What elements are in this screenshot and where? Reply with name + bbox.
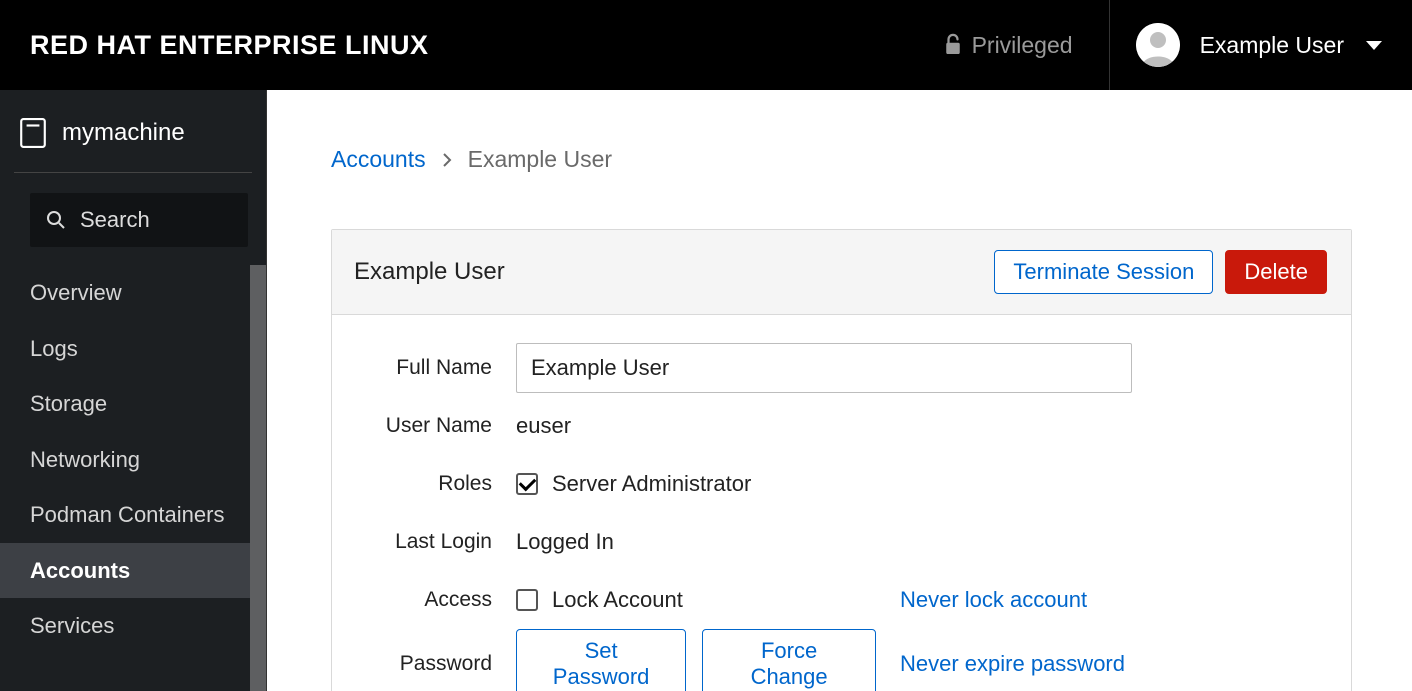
roles-label: Roles bbox=[352, 472, 492, 496]
caret-down-icon bbox=[1366, 41, 1382, 50]
user-name-label: User Name bbox=[352, 414, 492, 438]
access-label: Access bbox=[352, 588, 492, 612]
card-title: Example User bbox=[354, 258, 505, 286]
sidebar-item-accounts[interactable]: Accounts bbox=[0, 543, 266, 599]
full-name-input[interactable] bbox=[516, 343, 1132, 393]
role-server-admin-checkbox[interactable] bbox=[516, 473, 538, 495]
account-form: Full Name User Name euser Roles Server A… bbox=[332, 315, 1351, 691]
last-login-value: Logged In bbox=[516, 529, 614, 555]
sidebar-item-overview[interactable]: Overview bbox=[0, 265, 266, 321]
user-name-value: euser bbox=[516, 413, 571, 439]
sidebar-item-logs[interactable]: Logs bbox=[0, 321, 266, 377]
breadcrumb-current: Example User bbox=[468, 146, 612, 173]
lock-account-checkbox[interactable] bbox=[516, 589, 538, 611]
server-icon bbox=[20, 118, 46, 148]
sidebar-divider bbox=[14, 172, 252, 173]
set-password-button[interactable]: Set Password bbox=[516, 629, 686, 691]
sidebar-scrollbar-thumb[interactable] bbox=[250, 265, 266, 691]
hostname-selector[interactable]: mymachine bbox=[0, 90, 266, 172]
card-header: Example User Terminate Session Delete bbox=[332, 230, 1351, 315]
account-card: Example User Terminate Session Delete Fu… bbox=[331, 229, 1352, 691]
user-name: Example User bbox=[1200, 32, 1344, 59]
sidebar-nav: Overview Logs Storage Networking Podman … bbox=[0, 265, 266, 691]
search-icon bbox=[46, 210, 66, 230]
sidebar-item-networking[interactable]: Networking bbox=[0, 432, 266, 488]
privileged-indicator[interactable]: Privileged bbox=[944, 32, 1109, 59]
privileged-label: Privileged bbox=[972, 32, 1073, 59]
user-menu[interactable]: Example User bbox=[1110, 23, 1382, 67]
sidebar-item-services[interactable]: Services bbox=[0, 598, 266, 654]
lock-account-label: Lock Account bbox=[552, 587, 683, 613]
terminate-session-button[interactable]: Terminate Session bbox=[994, 250, 1213, 294]
sidebar: mymachine Search Overview Logs Storage N… bbox=[0, 90, 267, 691]
full-name-label: Full Name bbox=[352, 356, 492, 380]
brand-title: RED HAT ENTERPRISE LINUX bbox=[30, 30, 429, 61]
sidebar-item-podman-containers[interactable]: Podman Containers bbox=[0, 487, 266, 543]
last-login-label: Last Login bbox=[352, 530, 492, 554]
hostname-label: mymachine bbox=[62, 119, 185, 147]
never-lock-account-link[interactable]: Never lock account bbox=[900, 587, 1087, 612]
sidebar-item-storage[interactable]: Storage bbox=[0, 376, 266, 432]
unlock-icon bbox=[944, 33, 962, 57]
force-change-button[interactable]: Force Change bbox=[702, 629, 876, 691]
avatar bbox=[1136, 23, 1180, 67]
password-label: Password bbox=[352, 652, 492, 676]
chevron-right-icon bbox=[442, 152, 452, 168]
search-placeholder: Search bbox=[80, 207, 150, 233]
header-bar: RED HAT ENTERPRISE LINUX Privileged Exam… bbox=[0, 0, 1412, 90]
main-content: Accounts Example User Example User Termi… bbox=[267, 90, 1412, 691]
breadcrumb-root-link[interactable]: Accounts bbox=[331, 146, 426, 173]
breadcrumb: Accounts Example User bbox=[267, 90, 1412, 173]
search-input[interactable]: Search bbox=[30, 193, 248, 247]
user-icon bbox=[1136, 23, 1180, 67]
delete-button[interactable]: Delete bbox=[1225, 250, 1327, 294]
role-server-admin-label: Server Administrator bbox=[552, 471, 751, 497]
never-expire-password-link[interactable]: Never expire password bbox=[900, 651, 1125, 676]
